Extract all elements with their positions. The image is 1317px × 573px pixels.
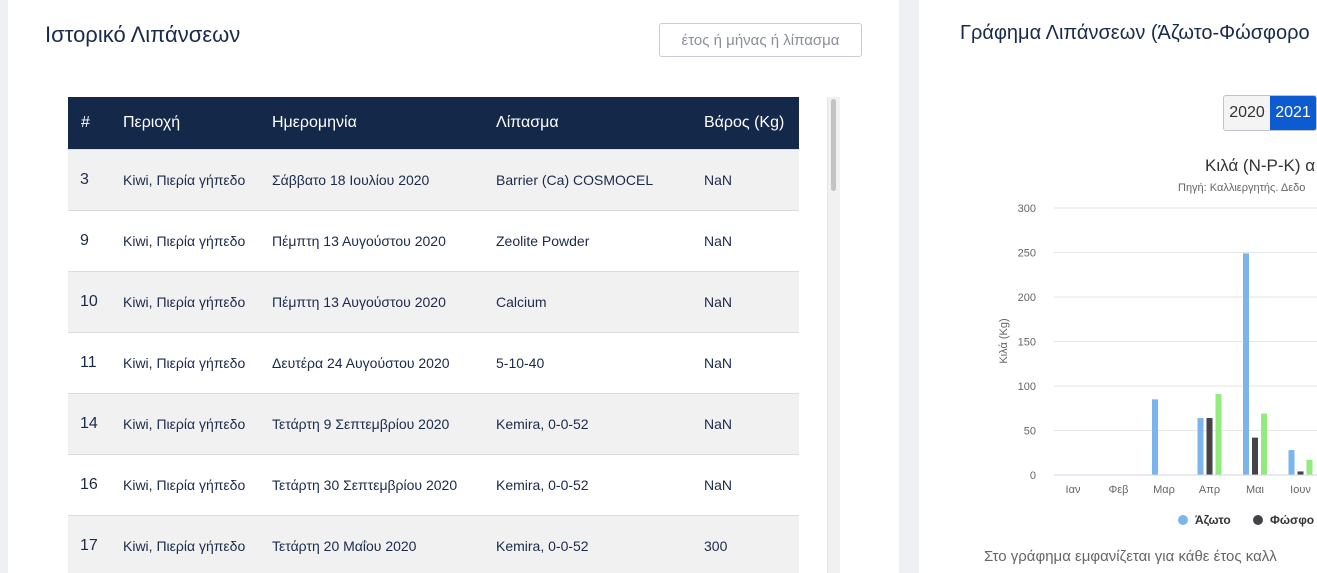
cell-date: Σάββατο 18 Ιουλίου 2020 (272, 171, 430, 188)
bar (1206, 418, 1213, 475)
y-tick-label: 100 (1018, 381, 1036, 393)
search-input[interactable] (659, 23, 862, 57)
table-scrollbar[interactable] (827, 97, 840, 573)
cell-weight: NaN (704, 232, 733, 249)
cell-weight: NaN (704, 293, 733, 310)
bar (1288, 450, 1295, 475)
cell-fertilizer: Zeolite Powder (496, 232, 590, 249)
column-header-weight[interactable]: Βάρος (Kg) (704, 97, 799, 149)
cell-id: 3 (80, 170, 89, 188)
bar (1306, 459, 1313, 475)
bar (1197, 418, 1204, 475)
cell-area: Kiwi, Πιερία γήπεδο (123, 171, 246, 188)
cell-date: Τετάρτη 20 Μαΐου 2020 (272, 537, 417, 554)
cell-area: Kiwi, Πιερία γήπεδο (123, 476, 246, 493)
cell-id: 10 (80, 292, 98, 310)
cell-id: 11 (80, 353, 97, 371)
cell-weight: NaN (704, 171, 733, 188)
table-row[interactable]: 11 Kiwi, Πιερία γήπεδο Δευτέρα 24 Αυγούστο… (68, 332, 799, 393)
y-tick-label: 200 (1018, 292, 1036, 304)
table-row[interactable]: 9 Kiwi, Πιερία γήπεδο Πέμπτη 13 Αυγούστου … (68, 210, 799, 271)
bar (1261, 413, 1267, 475)
cell-area: Kiwi, Πιερία γήπεδο (123, 354, 246, 371)
y-tick-label: 150 (1018, 337, 1036, 349)
history-title: Ιστορικό Λιπάνσεων (45, 22, 241, 47)
cell-fertilizer: Kemira, 0-0-52 (496, 415, 589, 432)
bar (1297, 471, 1304, 475)
cell-area: Kiwi, Πιερία γήπεδο (123, 232, 246, 249)
cell-date: Πέμπτη 13 Αυγούστου 2020 (272, 293, 446, 310)
cell-date: Δευτέρα 24 Αυγούστου 2020 (272, 354, 450, 371)
history-table-container: # Περιοχή Ημερομηνία Λίπασμα Βάρος (Kg) … (68, 97, 799, 573)
chart-subtitle: Πηγή: Καλλιεργητής. Δεδο (1178, 182, 1305, 194)
cell-weight: NaN (704, 415, 733, 432)
cell-area: Kiwi, Πιερία γήπεδο (123, 415, 246, 432)
chart-title: Κιλά (N-P-K) α (1205, 156, 1315, 175)
scrollbar-thumb[interactable] (831, 99, 836, 191)
year-button-2021[interactable]: 2021 (1270, 96, 1316, 130)
cell-fertilizer: Barrier (Ca) COSMOCEL (496, 171, 654, 188)
legend-marker (1253, 515, 1263, 525)
bar (1243, 253, 1249, 475)
cell-area: Kiwi, Πιερία γήπεδο (123, 537, 246, 554)
cell-id: 14 (80, 414, 98, 432)
x-tick-label: Φεβ (1108, 484, 1128, 496)
cell-date: Τετάρτη 30 Σεπτεμβρίου 2020 (272, 476, 458, 493)
cell-id: 17 (80, 536, 98, 554)
cell-fertilizer: Calcium (496, 293, 547, 310)
table-row[interactable]: 10 Kiwi, Πιερία γήπεδο Πέμπτη 13 Αυγούστου… (68, 271, 799, 332)
cell-fertilizer: 5-10-40 (496, 354, 545, 371)
x-tick-label: Μαι (1246, 484, 1265, 496)
bar (1215, 394, 1222, 475)
bar (1252, 437, 1258, 475)
x-tick-label: Μαρ (1153, 484, 1175, 496)
table-row[interactable]: 3 Kiwi, Πιερία γήπεδο Σάββατο 18 Ιουλίου 2… (68, 149, 799, 210)
cell-date: Πέμπτη 13 Αυγούστου 2020 (272, 232, 446, 249)
chart-panel-title: Γράφημα Λιπάνσεων (Άζωτο-Φώσφορο (960, 22, 1310, 44)
history-table: # Περιοχή Ημερομηνία Λίπασμα Βάρος (Kg) … (68, 97, 799, 573)
year-button-2020[interactable]: 2020 (1224, 96, 1270, 130)
year-selector: 2020 2021 (1223, 95, 1317, 131)
column-header-id[interactable]: # (68, 97, 123, 149)
cell-area: Kiwi, Πιερία γήπεδο (123, 293, 246, 310)
cell-weight: 300 (704, 537, 728, 554)
x-tick-label: Ιαν (1066, 484, 1081, 496)
column-header-date[interactable]: Ημερομηνία (272, 97, 496, 149)
y-tick-label: 250 (1018, 248, 1036, 260)
y-tick-label: 300 (1018, 203, 1036, 215)
cell-date: Τετάρτη 9 Σεπτεμβρίου 2020 (272, 415, 450, 432)
cell-weight: NaN (704, 476, 733, 493)
chart-caption: Στο γράφημα εμφανίζεται για κάθε έτος κα… (984, 548, 1277, 565)
history-panel: Ιστορικό Λιπάνσεων # Περιοχή Ημερομηνία … (8, 0, 899, 573)
x-tick-label: Ιουν (1290, 484, 1311, 496)
chart-panel: Γράφημα Λιπάνσεων (Άζωτο-Φώσφορο 2020 20… (919, 0, 1317, 573)
cell-id: 16 (80, 475, 98, 493)
cell-fertilizer: Kemira, 0-0-52 (496, 537, 589, 554)
fertilization-chart: Κιλά (N-P-K) α Πηγή: Καλλιεργητής. Δεδο 0 5… (998, 156, 1317, 527)
cell-weight: NaN (704, 354, 733, 371)
legend-label: Άζωτο (1195, 513, 1231, 527)
column-header-fertilizer[interactable]: Λίπασμα (496, 97, 704, 149)
y-tick-label: 50 (1024, 426, 1036, 438)
y-tick-label: 0 (1030, 470, 1036, 482)
column-header-area[interactable]: Περιοχή (123, 97, 272, 149)
legend-label: Φώσφο (1270, 513, 1314, 527)
table-row[interactable]: 14 Kiwi, Πιερία γήπεδο Τετάρτη 9 Σεπτεμβρί… (68, 393, 799, 454)
y-axis-label: Κιλά (Kg) (998, 318, 1010, 363)
x-tick-label: Απρ (1199, 484, 1220, 496)
bar (1152, 399, 1158, 475)
cell-id: 9 (80, 231, 89, 249)
table-row[interactable]: 16 Kiwi, Πιερία γήπεδο Τετάρτη 30 Σεπτεμβρ… (68, 454, 799, 515)
table-header-row: # Περιοχή Ημερομηνία Λίπασμα Βάρος (Kg) (68, 97, 799, 149)
legend-marker (1178, 515, 1188, 525)
table-row[interactable]: 17 Kiwi, Πιερία γήπεδο Τετάρτη 20 Μαΐου 20… (68, 515, 799, 573)
cell-fertilizer: Kemira, 0-0-52 (496, 476, 589, 493)
